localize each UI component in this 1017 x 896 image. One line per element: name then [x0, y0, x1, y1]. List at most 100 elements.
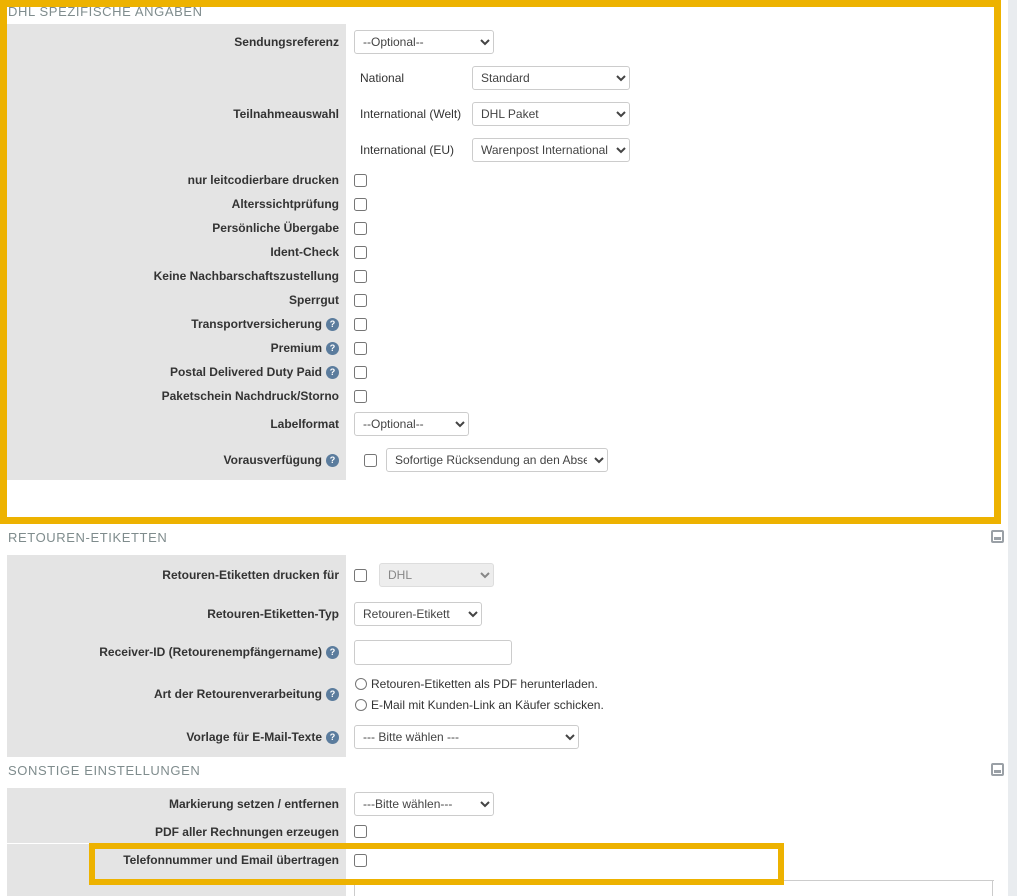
retouren-etiketten-typ-select[interactable]: Retouren-Etikett — [354, 602, 482, 626]
label-text: Telefonnummer und Email übertragen — [123, 853, 339, 867]
sendungsreferenz-select[interactable]: --Optional-- — [354, 30, 494, 54]
subrow-international-eu: International (EU) Warenpost Internation… — [360, 132, 630, 168]
field-retouren-etiketten-typ: Retouren-Etikett — [346, 595, 1001, 633]
nur-leitcodierbare-drucken-checkbox[interactable] — [354, 173, 367, 187]
national-select[interactable]: Standard — [472, 66, 630, 90]
label-teilnahmeauswahl: Teilnahmeauswahl — [7, 60, 346, 168]
pdf-aller-rechnungen-checkbox[interactable] — [354, 825, 367, 838]
help-icon[interactable]: ? — [326, 453, 339, 467]
field-retouren-etiketten-drucken-fuer: DHL — [346, 555, 1001, 595]
international-eu-select[interactable]: Warenpost International — [472, 138, 630, 162]
row-labelformat: Labelformat --Optional-- — [7, 408, 1001, 440]
row-alterssichtpruefung: Alterssichtprüfung — [7, 192, 1001, 216]
field-nur-leitcodierbare-drucken — [346, 168, 1001, 192]
vorlage-email-texte-select[interactable]: --- Bitte wählen --- — [354, 725, 579, 749]
label-ident-check: Ident-Check — [7, 240, 346, 264]
row-premium: Premium ? — [7, 336, 1001, 360]
row-nur-leitcodierbare-drucken: nur leitcodierbare drucken — [7, 168, 1001, 192]
telefonnummer-email-uebertragen-checkbox[interactable] — [354, 853, 367, 867]
field-paketschein-nachdruck-storno — [346, 384, 1001, 408]
persoenliche-uebergabe-checkbox[interactable] — [354, 221, 367, 235]
alterssichtpruefung-checkbox[interactable] — [354, 197, 367, 211]
row-postal-delivered-duty-paid: Postal Delivered Duty Paid ? — [7, 360, 1001, 384]
row-persoenliche-uebergabe: Persönliche Übergabe — [7, 216, 1001, 240]
section-title-retouren: RETOUREN-ETIKETTEN — [8, 530, 168, 545]
label-vorausverfuegung: Vorausverfügung ? — [7, 440, 346, 480]
form-sonstige: Markierung setzen / entfernen ---Bitte w… — [7, 788, 1001, 876]
label-text: Premium — [270, 341, 322, 355]
help-icon[interactable]: ? — [326, 645, 339, 659]
ident-check-checkbox[interactable] — [354, 245, 367, 259]
help-icon[interactable]: ? — [326, 365, 339, 379]
row-vorausverfuegung: Vorausverfügung ? Sofortige Rücksendung … — [7, 440, 1001, 480]
labelformat-select[interactable]: --Optional-- — [354, 412, 469, 436]
field-receiver-id — [346, 633, 1001, 671]
retouren-carrier-select[interactable]: DHL — [379, 563, 494, 587]
form-dhl: Sendungsreferenz --Optional-- Teilnahmea… — [7, 24, 1001, 480]
label-pdf-aller-rechnungen: PDF aller Rechnungen erzeugen — [7, 820, 346, 843]
postal-delivered-duty-paid-checkbox[interactable] — [354, 365, 367, 379]
minimize-icon[interactable] — [991, 763, 1004, 776]
bottom-partial-row — [7, 866, 1001, 896]
radio-pdf-download[interactable] — [355, 677, 367, 690]
section-title-dhl: DHL SPEZIFISCHE ANGABEN — [8, 4, 203, 19]
vorausverfuegung-checkbox[interactable] — [364, 453, 377, 467]
row-ident-check: Ident-Check — [7, 240, 1001, 264]
help-icon[interactable]: ? — [326, 687, 339, 701]
help-icon[interactable]: ? — [326, 341, 339, 355]
label-text: Markierung setzen / entfernen — [168, 797, 339, 811]
field-keine-nachbarschaftszustellung — [346, 264, 1001, 288]
markierung-select[interactable]: ---Bitte wählen--- — [354, 792, 494, 816]
page-scroll-gutter[interactable] — [1008, 0, 1017, 896]
sublabel-national: National — [360, 71, 405, 85]
help-icon[interactable]: ? — [326, 730, 339, 744]
row-receiver-id: Receiver-ID (Retourenempfängername) ? — [7, 633, 1001, 671]
row-vorlage-email-texte: Vorlage für E-Mail-Texte ? --- Bitte wäh… — [7, 717, 1001, 757]
label-markierung-setzen-entfernen: Markierung setzen / entfernen — [7, 788, 346, 820]
row-sperrgut: Sperrgut — [7, 288, 1001, 312]
field-vorausverfuegung: Sofortige Rücksendung an den Absender — [346, 440, 1001, 480]
retouren-etiketten-drucken-checkbox[interactable] — [354, 568, 367, 582]
label-text: Retouren-Etiketten drucken für — [162, 568, 339, 582]
label-premium: Premium ? — [7, 336, 346, 360]
vorausverfuegung-select[interactable]: Sofortige Rücksendung an den Absender — [386, 448, 608, 472]
field-vorlage-email-texte: --- Bitte wählen --- — [346, 717, 1001, 757]
international-welt-select[interactable]: DHL Paket — [472, 102, 630, 126]
settings-page: DHL SPEZIFISCHE ANGABEN Sendungsreferenz… — [0, 0, 1017, 896]
label-text: PDF aller Rechnungen erzeugen — [154, 824, 339, 839]
radio-email-kundenlink[interactable] — [355, 698, 367, 711]
bottom-textarea[interactable] — [354, 880, 994, 896]
field-sendungsreferenz: --Optional-- — [346, 24, 1001, 60]
field-persoenliche-uebergabe — [346, 216, 1001, 240]
radio-option-pdf[interactable]: Retouren-Etiketten als PDF herunterladen… — [355, 673, 604, 694]
label-alterssichtpruefung: Alterssichtprüfung — [7, 192, 346, 216]
radio-label: Retouren-Etiketten als PDF herunterladen… — [371, 676, 598, 691]
radio-option-email[interactable]: E-Mail mit Kunden-Link an Käufer schicke… — [355, 694, 604, 715]
row-sendungsreferenz: Sendungsreferenz --Optional-- — [7, 24, 1001, 60]
premium-checkbox[interactable] — [354, 341, 367, 355]
transportversicherung-checkbox[interactable] — [354, 317, 367, 331]
paketschein-nachdruck-storno-checkbox[interactable] — [354, 389, 367, 403]
row-paketschein-nachdruck-storno: Paketschein Nachdruck/Storno — [7, 384, 1001, 408]
field-postal-delivered-duty-paid — [346, 360, 1001, 384]
row-art-der-retourenverarbeitung: Art der Retourenverarbeitung ? Retouren-… — [7, 671, 1001, 717]
field-sperrgut — [346, 288, 1001, 312]
label-text: Keine Nachbarschaftszustellung — [153, 269, 339, 283]
label-text: Retouren-Etiketten-Typ — [207, 607, 339, 621]
label-sendungsreferenz: Sendungsreferenz — [7, 24, 346, 60]
sperrgut-checkbox[interactable] — [354, 293, 367, 307]
retourenverarbeitung-radio-group: Retouren-Etiketten als PDF herunterladen… — [355, 673, 604, 715]
row-pdf-aller-rechnungen: PDF aller Rechnungen erzeugen — [7, 820, 1001, 844]
label-vorlage-email-texte: Vorlage für E-Mail-Texte ? — [7, 717, 346, 757]
help-icon[interactable]: ? — [326, 317, 339, 331]
keine-nachbarschaftszustellung-checkbox[interactable] — [354, 269, 367, 283]
minimize-icon[interactable] — [991, 530, 1004, 543]
field-pdf-aller-rechnungen — [346, 820, 1001, 843]
receiver-id-input[interactable] — [354, 639, 512, 665]
label-persoenliche-uebergabe: Persönliche Übergabe — [7, 216, 346, 240]
field-transportversicherung — [346, 312, 1001, 336]
label-transportversicherung: Transportversicherung ? — [7, 312, 346, 336]
teilnahmeauswahl-subgrid: National Standard International (Welt) D… — [360, 60, 630, 168]
label-text: Transportversicherung — [191, 317, 322, 331]
bottom-row-label-cell — [7, 866, 346, 896]
